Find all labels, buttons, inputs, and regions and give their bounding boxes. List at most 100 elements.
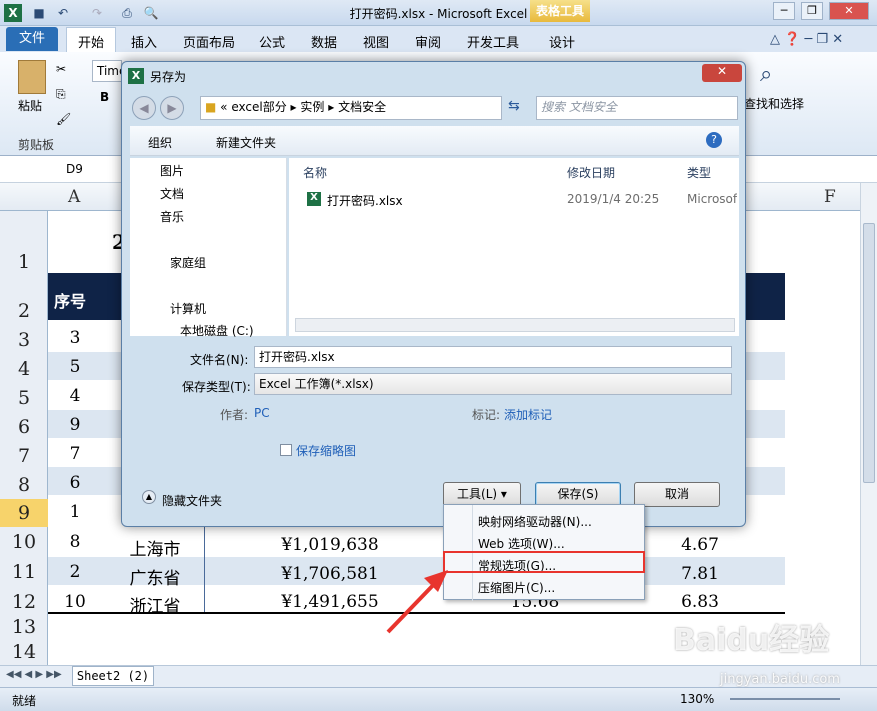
thumbnail-label[interactable]: 保存缩略图 bbox=[296, 442, 356, 459]
find-select-button[interactable]: 查找和选择 bbox=[744, 95, 804, 112]
file-name[interactable]: 打开密码.xlsx bbox=[327, 192, 403, 209]
bold-button[interactable]: B bbox=[100, 90, 109, 104]
row-header[interactable]: 14 bbox=[0, 641, 48, 663]
paste-label[interactable]: 粘贴 bbox=[18, 97, 42, 114]
row-header[interactable]: 2 bbox=[0, 300, 48, 322]
horizontal-scrollbar[interactable] bbox=[295, 318, 735, 332]
row-header[interactable]: 10 bbox=[0, 531, 48, 553]
paste-icon[interactable] bbox=[18, 60, 46, 94]
thumbnail-checkbox[interactable] bbox=[280, 444, 292, 456]
dialog-close-button[interactable]: ✕ bbox=[702, 64, 742, 82]
filename-input[interactable]: 打开密码.xlsx bbox=[254, 346, 732, 368]
minimize-button[interactable]: ─ bbox=[773, 2, 795, 20]
tags-value[interactable]: 添加标记 bbox=[504, 406, 552, 423]
cell-a6[interactable]: 9 bbox=[58, 415, 92, 435]
nav-homegroup[interactable]: 家庭组 bbox=[170, 254, 206, 271]
row-header[interactable]: 8 bbox=[0, 474, 48, 496]
sheet-tab[interactable]: Sheet2 (2) bbox=[72, 666, 154, 686]
tab-review[interactable]: 审阅 bbox=[415, 32, 441, 51]
tab-data[interactable]: 数据 bbox=[311, 32, 337, 51]
row-header[interactable]: 13 bbox=[0, 616, 48, 638]
organize-button[interactable]: 组织 bbox=[148, 134, 172, 151]
path-segment[interactable]: 文档安全 bbox=[338, 100, 386, 114]
col-date[interactable]: 修改日期 bbox=[567, 164, 615, 181]
row-header[interactable]: 5 bbox=[0, 387, 48, 409]
restore-button[interactable]: ❐ bbox=[801, 2, 823, 20]
cell-a5[interactable]: 4 bbox=[58, 386, 92, 406]
path-segment[interactable]: 实例 bbox=[300, 100, 324, 114]
cell-b12[interactable]: 浙江省 bbox=[110, 592, 200, 617]
row-header[interactable]: 7 bbox=[0, 445, 48, 467]
col-type[interactable]: 类型 bbox=[687, 164, 711, 181]
cancel-button[interactable]: 取消 bbox=[634, 482, 720, 507]
refresh-icon[interactable]: ⇆ bbox=[508, 98, 520, 114]
tab-developer[interactable]: 开发工具 bbox=[467, 32, 519, 51]
cell-a12[interactable]: 10 bbox=[58, 592, 92, 612]
column-header-a[interactable]: A bbox=[68, 187, 80, 207]
help-icon[interactable]: ? bbox=[706, 132, 722, 148]
name-box[interactable]: D9 bbox=[66, 162, 83, 176]
cell-e12[interactable]: 6.83 bbox=[660, 592, 740, 612]
row-header[interactable]: 3 bbox=[0, 329, 48, 351]
menu-compress-pictures[interactable]: 压缩图片(C)... bbox=[478, 579, 555, 596]
back-button[interactable]: ◀ bbox=[132, 96, 156, 120]
help-icon[interactable]: △ ❓ ─ ❐ ✕ bbox=[770, 32, 843, 47]
tab-view[interactable]: 视图 bbox=[363, 32, 389, 51]
dialog-title: 另存为 bbox=[150, 70, 187, 84]
row-header[interactable]: 11 bbox=[0, 561, 48, 583]
tab-formulas[interactable]: 公式 bbox=[259, 32, 285, 51]
format-painter-icon[interactable]: 🖌 bbox=[56, 112, 71, 126]
binoculars-icon[interactable]: ⌕ bbox=[760, 62, 772, 87]
row-header[interactable]: 6 bbox=[0, 416, 48, 438]
nav-local-disk[interactable]: 本地磁盘 (C:) bbox=[180, 322, 254, 339]
copy-icon[interactable]: ⎘ bbox=[56, 87, 66, 102]
filetype-select[interactable]: Excel 工作簿(*.xlsx) bbox=[254, 373, 732, 395]
cell-b10[interactable]: 上海市 bbox=[110, 535, 200, 560]
tab-design[interactable]: 设计 bbox=[549, 32, 575, 51]
collapse-icon[interactable]: ▲ bbox=[142, 490, 156, 504]
tab-home[interactable]: 开始 bbox=[78, 32, 104, 51]
zoom-slider[interactable] bbox=[730, 698, 840, 700]
cut-icon[interactable]: ✂ bbox=[56, 62, 66, 76]
nav-computer[interactable]: 计算机 bbox=[170, 300, 206, 317]
cell-a4[interactable]: 5 bbox=[58, 357, 92, 377]
cell-a3[interactable]: 3 bbox=[58, 328, 92, 348]
font-name-box[interactable]: Time bbox=[92, 60, 126, 82]
nav-documents[interactable]: 文档 bbox=[160, 185, 184, 202]
zoom-level[interactable]: 130% bbox=[680, 692, 714, 706]
col-name[interactable]: 名称 bbox=[303, 164, 327, 181]
nav-music[interactable]: 音乐 bbox=[160, 208, 184, 225]
hide-folders-button[interactable]: 隐藏文件夹 bbox=[162, 492, 222, 509]
cell-a11[interactable]: 2 bbox=[58, 562, 92, 582]
cell-a7[interactable]: 7 bbox=[58, 444, 92, 464]
column-header-f[interactable]: F bbox=[824, 187, 836, 207]
tab-insert[interactable]: 插入 bbox=[131, 32, 157, 51]
nav-pictures[interactable]: 图片 bbox=[160, 162, 184, 179]
new-folder-button[interactable]: 新建文件夹 bbox=[216, 134, 276, 151]
tab-file[interactable]: 文件 bbox=[6, 27, 58, 51]
cell-e10[interactable]: 4.67 bbox=[660, 535, 740, 555]
cell-b11[interactable]: 广东省 bbox=[110, 564, 200, 589]
search-box[interactable]: 搜索 文档安全 bbox=[536, 96, 738, 120]
row-header[interactable]: 1 bbox=[0, 251, 48, 273]
path-overflow[interactable]: « bbox=[220, 100, 227, 114]
cell-a10[interactable]: 8 bbox=[58, 532, 92, 552]
vertical-scrollbar[interactable] bbox=[860, 183, 877, 665]
close-button[interactable]: ✕ bbox=[829, 2, 869, 20]
address-bar[interactable]: ■ « excel部分 ▸ 实例 ▸ 文档安全 bbox=[200, 96, 502, 120]
sheet-nav-icon[interactable]: ◀◀ ◀ ▶ ▶▶ bbox=[6, 669, 62, 680]
row-header[interactable]: 4 bbox=[0, 358, 48, 380]
tab-page-layout[interactable]: 页面布局 bbox=[183, 32, 235, 51]
path-segment[interactable]: excel部分 bbox=[231, 100, 286, 114]
author-value[interactable]: PC bbox=[254, 406, 270, 420]
cell-a8[interactable]: 6 bbox=[58, 473, 92, 493]
forward-button[interactable]: ▶ bbox=[160, 96, 184, 120]
menu-map-network-drive[interactable]: 映射网络驱动器(N)... bbox=[478, 513, 592, 530]
cell-c10[interactable]: ¥1,019,638 bbox=[250, 535, 410, 555]
cell-e11[interactable]: 7.81 bbox=[660, 564, 740, 584]
row-header-selected[interactable]: 9 bbox=[0, 499, 48, 527]
row-header[interactable]: 12 bbox=[0, 591, 48, 613]
menu-web-options[interactable]: Web 选项(W)... bbox=[478, 535, 565, 552]
scroll-thumb[interactable] bbox=[863, 223, 875, 483]
cell-a9[interactable]: 1 bbox=[58, 502, 92, 522]
